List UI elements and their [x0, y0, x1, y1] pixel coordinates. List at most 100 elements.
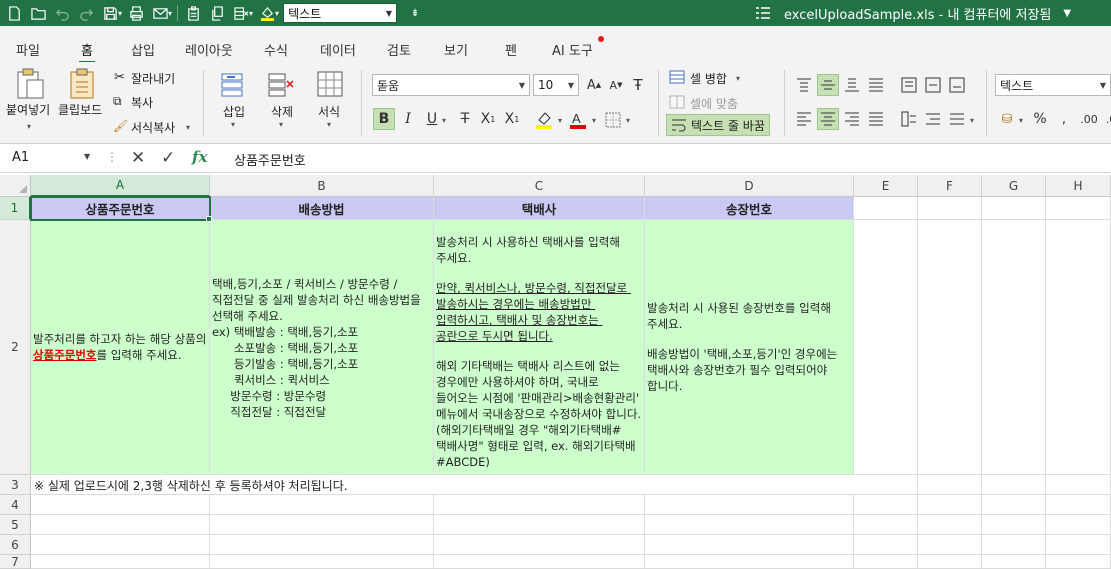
align-justify-icon[interactable] [865, 108, 887, 130]
empty-cell[interactable] [645, 515, 854, 535]
fit-cells-icon[interactable] [669, 94, 685, 113]
superscript-icon[interactable]: X1 [501, 108, 523, 130]
italic-icon[interactable]: I [397, 108, 419, 130]
insert-cells-icon[interactable] [221, 72, 249, 101]
empty-cell[interactable] [31, 515, 210, 535]
customize-toolbar-icon[interactable]: ⇟ [403, 0, 427, 26]
insert-label[interactable]: 삽입 [223, 103, 245, 120]
chevron-down-icon[interactable]: ▾ [970, 116, 974, 125]
chevron-down-icon[interactable]: ▾ [592, 116, 596, 125]
scissors-icon[interactable]: ✂ [114, 70, 125, 85]
mail-dropdown-icon[interactable]: ▾ [168, 9, 172, 18]
copy-label[interactable]: 복사 [131, 94, 153, 111]
empty-cell[interactable] [918, 515, 982, 535]
row-header-6[interactable]: 6 [0, 535, 31, 555]
empty-cell[interactable] [854, 535, 918, 555]
align-top-icon[interactable] [793, 74, 815, 96]
empty-cell[interactable] [434, 555, 645, 569]
font-size-select[interactable]: 10 ▼ [533, 74, 579, 96]
merge-label[interactable]: 셀 병합 [690, 70, 727, 87]
cell-b2[interactable]: 택배,등기,소포 / 퀵서비스 / 방문수령 / 직접전달 중 실제 발송처리 … [210, 220, 434, 475]
chevron-down-icon[interactable]: ▾ [327, 120, 331, 129]
empty-cell[interactable] [210, 555, 434, 569]
name-box[interactable]: A1 [12, 150, 29, 165]
row-header-1[interactable]: 1 [0, 197, 31, 220]
empty-cell[interactable] [918, 555, 982, 569]
increase-indent-icon[interactable] [922, 108, 944, 130]
column-header-f[interactable]: F [918, 175, 982, 197]
empty-cell[interactable] [982, 555, 1046, 569]
cell-f2[interactable] [918, 220, 982, 475]
row-header-4[interactable]: 4 [0, 495, 31, 515]
font-color-icon[interactable]: A [568, 110, 588, 133]
document-title[interactable]: excelUploadSample.xls - 내 컴퓨터에 저장됨 ▼ [756, 0, 1071, 26]
empty-cell[interactable] [1046, 515, 1111, 535]
decrease-indent-icon[interactable] [898, 108, 920, 130]
chevron-down-icon[interactable]: ▼ [84, 152, 90, 161]
chevron-down-icon[interactable]: ▾ [231, 120, 235, 129]
cell-g1[interactable] [982, 197, 1046, 220]
chevron-down-icon[interactable]: ▾ [626, 116, 630, 125]
empty-cell[interactable] [31, 555, 210, 569]
column-header-e[interactable]: E [854, 175, 918, 197]
empty-cell[interactable] [210, 515, 434, 535]
cell-a2[interactable]: 발주처리를 하고자 하는 해당 상품의 상품주문번호를 입력해 주세요. [31, 220, 210, 475]
cell-e2[interactable] [854, 220, 918, 475]
cell-a1[interactable]: 상품주문번호 [31, 197, 210, 220]
align-center-icon[interactable] [817, 108, 839, 130]
empty-cell[interactable] [31, 535, 210, 555]
paste-icon[interactable] [15, 68, 45, 103]
tab-layout[interactable]: 레이아웃 [185, 40, 233, 59]
empty-cell[interactable] [434, 535, 645, 555]
merge-cells-icon[interactable] [669, 69, 685, 88]
copy-icon[interactable]: ⧉ [113, 94, 122, 109]
clear-format-icon[interactable]: Ŧ [627, 74, 649, 96]
copy-format-icon[interactable] [205, 0, 229, 26]
empty-cell[interactable] [982, 535, 1046, 555]
cell-c1[interactable]: 택배사 [434, 197, 645, 220]
fill-handle[interactable] [206, 216, 212, 222]
cell-e3[interactable] [854, 475, 918, 495]
underline-icon[interactable]: U [421, 108, 443, 130]
delete-label[interactable]: 삭제 [271, 103, 293, 120]
tab-file[interactable]: 파일 [16, 40, 40, 59]
decrease-decimal-icon[interactable]: .0 [1100, 108, 1111, 130]
redo-icon[interactable] [74, 0, 98, 26]
empty-cell[interactable] [982, 495, 1046, 515]
empty-cell[interactable] [210, 535, 434, 555]
more-options-icon[interactable]: ⋮ [106, 150, 118, 164]
number-format-select[interactable]: 텍스트 ▼ [995, 74, 1111, 96]
print-icon[interactable] [124, 0, 148, 26]
bold-icon[interactable]: B [373, 108, 395, 130]
empty-cell[interactable] [918, 495, 982, 515]
empty-cell[interactable] [854, 515, 918, 535]
align-left-icon[interactable] [793, 108, 815, 130]
column-header-d[interactable]: D [645, 175, 854, 197]
chevron-down-icon[interactable]: ▾ [1019, 116, 1023, 125]
paste-special-icon[interactable] [181, 0, 205, 26]
undo-icon[interactable] [50, 0, 74, 26]
fit-label[interactable]: 셀에 맞춤 [690, 95, 738, 112]
cell-f3[interactable] [918, 475, 982, 495]
row-header-2[interactable]: 2 [0, 220, 31, 475]
cell-a3[interactable]: ※ 실제 업로드시에 2,3행 삭제하신 후 등록하셔야 처리됩니다. [31, 475, 854, 495]
empty-cell[interactable] [854, 555, 918, 569]
tab-data[interactable]: 데이터 [320, 40, 356, 59]
cancel-icon[interactable]: ✕ [131, 148, 145, 168]
decrease-font-icon[interactable]: A ▼ [605, 74, 627, 96]
delete-cells-icon[interactable] [268, 72, 296, 101]
select-all-corner[interactable] [0, 175, 31, 197]
cell-g3[interactable] [982, 475, 1046, 495]
row-header-7[interactable]: 7 [0, 555, 31, 569]
format-painter-icon[interactable]: 🖌 [113, 119, 128, 133]
column-header-b[interactable]: B [210, 175, 434, 197]
cell-d2[interactable]: 발송처리 시 사용된 송장번호를 입력해 주세요. 배송방법이 '택배,소포,등기… [645, 220, 854, 475]
cut-label[interactable]: 잘라내기 [131, 70, 175, 87]
empty-cell[interactable] [434, 495, 645, 515]
empty-cell[interactable] [1046, 555, 1111, 569]
open-folder-icon[interactable] [26, 0, 50, 26]
empty-cell[interactable] [1046, 495, 1111, 515]
chevron-down-icon[interactable]: ▾ [186, 123, 190, 132]
format-label[interactable]: 서식 [318, 103, 340, 120]
align-middle-icon[interactable] [817, 74, 839, 96]
